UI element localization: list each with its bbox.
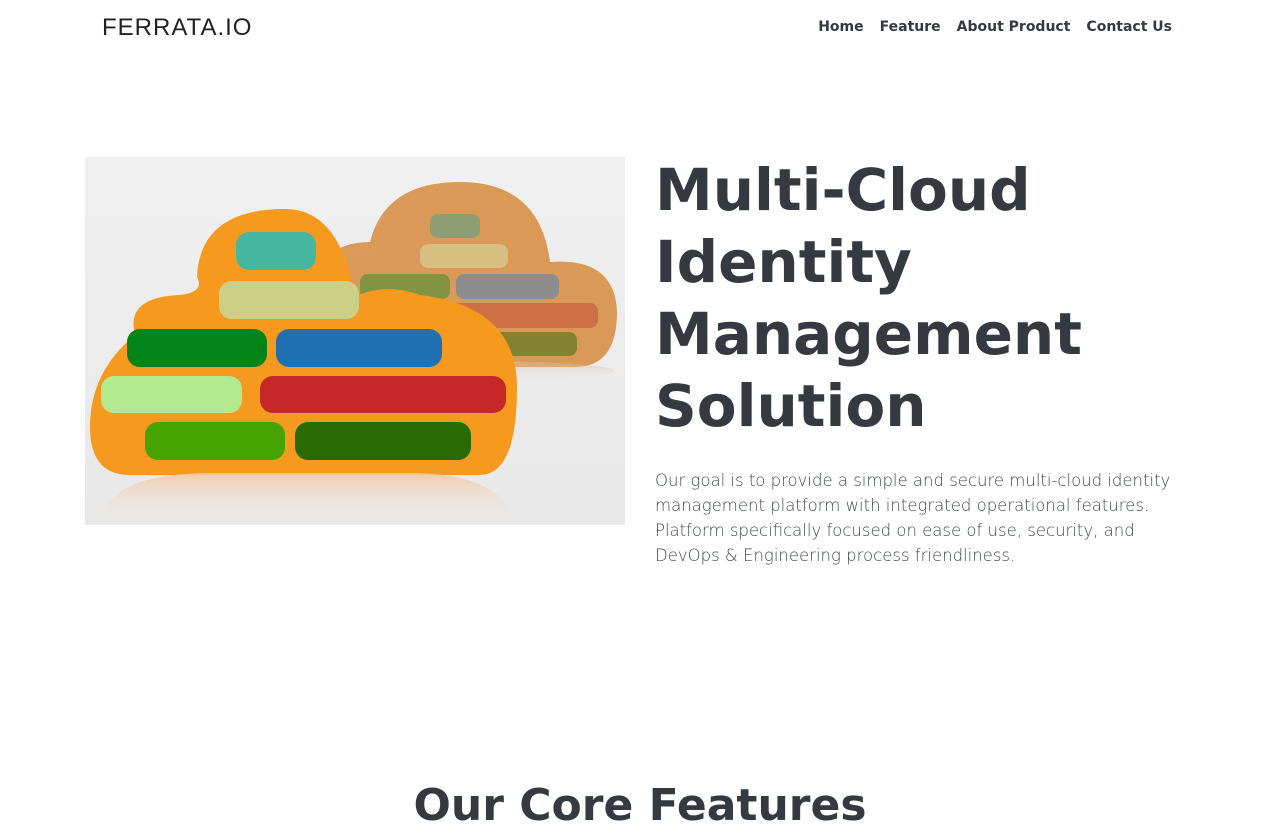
features-section-title: Our Core Features	[413, 780, 867, 831]
nav-link-home[interactable]: Home	[818, 19, 863, 35]
hero-title: Multi-Cloud Identity Management Solution	[655, 154, 1215, 442]
navbar: FERRATA.IO Home Feature About Product Co…	[0, 0, 1280, 56]
nav-links: Home Feature About Product Contact Us	[818, 19, 1172, 35]
hero-title-line: Solution	[655, 372, 927, 440]
nav-link-contact-us[interactable]: Contact Us	[1086, 19, 1172, 35]
hero-title-line: Multi-Cloud	[655, 156, 1031, 224]
multi-cloud-icon	[85, 157, 625, 525]
hero-cloud-illustration	[85, 157, 625, 525]
nav-link-about-product[interactable]: About Product	[957, 19, 1071, 35]
hero-description: Our goal is to provide a simple and secu…	[655, 471, 1171, 565]
brand-logo[interactable]: FERRATA.IO	[102, 14, 252, 42]
nav-link-feature[interactable]: Feature	[880, 19, 941, 35]
hero-title-line: Management	[655, 300, 1082, 368]
cloud-reflection	[100, 473, 515, 525]
hero-title-line: Identity	[655, 228, 912, 296]
